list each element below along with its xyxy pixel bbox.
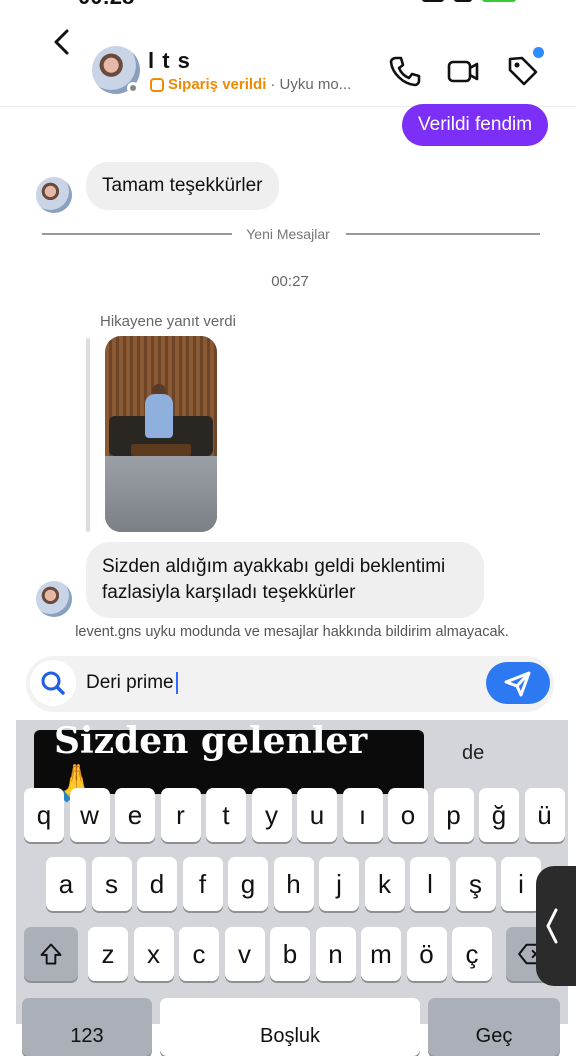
search-button[interactable] (30, 660, 76, 706)
space-key[interactable]: Boşluk (160, 998, 420, 1056)
key-q[interactable]: q (24, 788, 64, 842)
key-d[interactable]: d (137, 857, 177, 911)
tag-icon[interactable] (506, 54, 540, 88)
key-s[interactable]: s (91, 857, 132, 911)
key-x[interactable]: x (133, 927, 174, 981)
chat-header (0, 28, 576, 107)
key-r[interactable]: r (160, 788, 201, 842)
contact-subtitle[interactable]: Sipariş verildi · Uyku mo... (150, 76, 351, 93)
chevron-left-icon (546, 908, 558, 944)
key-ç[interactable]: ç (452, 927, 492, 981)
message-timestamp: 00:27 (271, 273, 309, 290)
key-n[interactable]: n (315, 927, 356, 981)
key-j[interactable]: j (319, 857, 359, 911)
key-z[interactable]: z (88, 927, 128, 981)
order-status: Sipariş verildi (168, 76, 267, 93)
status-icons (422, 0, 516, 2)
key-m[interactable]: m (361, 927, 401, 981)
sender-avatar[interactable] (36, 581, 72, 617)
key-l[interactable]: l (410, 857, 450, 911)
received-message-bubble[interactable]: Tamam teşekkürler (86, 162, 279, 210)
order-icon (150, 77, 164, 92)
video-icon[interactable] (446, 54, 480, 88)
key-w[interactable]: w (69, 788, 110, 842)
key-g[interactable]: g (228, 857, 268, 911)
story-reply-bar (86, 338, 90, 532)
search-icon (41, 671, 65, 695)
key-k[interactable]: k (364, 857, 405, 911)
key-f[interactable]: f (182, 857, 223, 911)
sender-avatar[interactable] (36, 177, 72, 213)
sleep-mode-notice: levent.gns uyku modunda ve mesajlar hakk… (75, 624, 509, 640)
overlay-caption: Sizden gelenler 🙏 (34, 720, 424, 804)
shift-key[interactable] (24, 927, 78, 981)
presence-dot (127, 82, 139, 94)
side-handle[interactable] (536, 866, 576, 986)
notification-dot (533, 47, 544, 58)
story-thumbnail[interactable] (105, 336, 217, 532)
send-button[interactable] (486, 662, 550, 704)
key-u[interactable]: u (297, 788, 337, 842)
key-ü[interactable]: ü (524, 788, 565, 842)
key-e[interactable]: e (115, 788, 155, 842)
key-b[interactable]: b (270, 927, 310, 981)
message-input[interactable]: Deri prime (86, 672, 178, 694)
key-ö[interactable]: ö (406, 927, 447, 981)
story-reply-label: Hikayene yanıt verdi (100, 313, 236, 330)
text-cursor (175, 672, 178, 694)
key-o[interactable]: o (388, 788, 428, 842)
phone-icon[interactable] (388, 54, 422, 88)
key-t[interactable]: t (206, 788, 246, 842)
divider-line (346, 233, 540, 235)
key-ı[interactable]: ı (342, 788, 383, 842)
message-input-value: Deri prime (86, 672, 174, 694)
status-time: 00:28 (78, 0, 134, 10)
key-i[interactable]: i (501, 857, 541, 911)
chevron-left-icon[interactable] (48, 28, 76, 56)
numbers-key[interactable]: 123 (22, 998, 152, 1056)
go-key[interactable]: Geç (428, 998, 560, 1056)
shift-icon (40, 943, 62, 965)
key-h[interactable]: h (273, 857, 314, 911)
keyboard-suggestion[interactable]: de (462, 742, 484, 765)
key-p[interactable]: p (433, 788, 474, 842)
key-ğ[interactable]: ğ (479, 788, 519, 842)
contact-name[interactable]: l t s (148, 48, 191, 74)
key-a[interactable]: a (46, 857, 86, 911)
received-message-bubble[interactable]: Sizden aldığım ayakkabı geldi beklentimi… (86, 542, 484, 618)
key-c[interactable]: c (179, 927, 219, 981)
sleep-status: · Uyku mo... (270, 76, 352, 93)
key-y[interactable]: y (251, 788, 292, 842)
key-v[interactable]: v (224, 927, 265, 981)
send-icon (504, 671, 531, 697)
sent-message-bubble[interactable]: Verildi fendim (402, 104, 549, 146)
key-ş[interactable]: ş (455, 857, 496, 911)
